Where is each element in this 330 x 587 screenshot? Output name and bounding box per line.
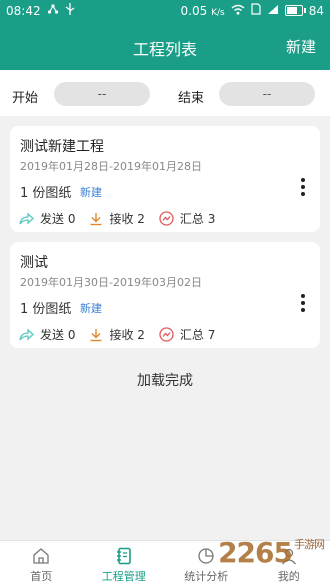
tab-home[interactable]: 首页 — [0, 541, 83, 587]
status-time: 08:42 — [6, 4, 41, 18]
status-bar: 08:42 0.05 K/s 84 — [0, 0, 330, 22]
send-action[interactable]: 发送 0 — [18, 326, 75, 343]
tab-label: 工程管理 — [83, 568, 166, 584]
project-name: 测试 — [20, 252, 48, 272]
summary-action[interactable]: 汇总 3 — [159, 210, 215, 227]
pie-chart-icon — [197, 547, 215, 565]
send-count: 发送 0 — [40, 326, 75, 343]
app-header: 工程列表 新建 — [0, 22, 330, 70]
send-action[interactable]: 发送 0 — [18, 210, 75, 227]
wifi-icon — [231, 4, 245, 18]
summary-action[interactable]: 汇总 7 — [159, 326, 215, 343]
tab-label: 统计分析 — [165, 568, 248, 584]
project-card[interactable]: 测试新建工程 2019年01月28日-2019年01月28日 1 份图纸 新建 … — [10, 126, 320, 232]
home-icon — [32, 547, 50, 565]
share-icon — [47, 3, 59, 18]
trend-icon — [159, 211, 174, 226]
receive-action[interactable]: 接收 2 — [89, 326, 144, 343]
more-options-icon[interactable] — [300, 178, 306, 198]
drawing-count: 1 份图纸 — [20, 298, 71, 317]
battery-level: 84 — [309, 4, 324, 18]
site-watermark: 2265手游网 — [218, 536, 324, 569]
tab-label: 我的 — [248, 568, 330, 584]
drawing-count: 1 份图纸 — [20, 182, 71, 201]
sim-icon — [251, 3, 261, 18]
page-title: 工程列表 — [0, 36, 330, 60]
project-dates: 2019年01月30日-2019年03月02日 — [20, 274, 202, 290]
project-actions: 发送 0 接收 2 汇总 7 — [18, 326, 229, 343]
end-label: 结束 — [178, 87, 204, 106]
project-name: 测试新建工程 — [20, 136, 104, 156]
start-date-picker[interactable]: -- — [54, 82, 150, 106]
network-speed: 0.05 K/s — [181, 4, 225, 18]
new-project-button[interactable]: 新建 — [286, 36, 316, 57]
project-actions: 发送 0 接收 2 汇总 3 — [18, 210, 229, 227]
notebook-icon — [115, 547, 133, 565]
date-filter-bar: 开始 -- 结束 -- — [0, 70, 330, 116]
more-options-icon[interactable] — [300, 294, 306, 314]
receive-action[interactable]: 接收 2 — [89, 210, 144, 227]
project-card[interactable]: 测试 2019年01月30日-2019年03月02日 1 份图纸 新建 发送 0… — [10, 242, 320, 348]
project-dates: 2019年01月28日-2019年01月28日 — [20, 158, 202, 174]
summary-count: 汇总 3 — [180, 210, 215, 227]
receive-count: 接收 2 — [109, 326, 144, 343]
download-icon — [89, 212, 103, 226]
share-arrow-icon — [18, 328, 34, 342]
start-label: 开始 — [12, 87, 38, 106]
tab-project-management[interactable]: 工程管理 — [83, 541, 166, 587]
download-icon — [89, 328, 103, 342]
receive-count: 接收 2 — [109, 210, 144, 227]
status-tag: 新建 — [80, 184, 102, 200]
battery-icon — [285, 5, 303, 16]
tab-label: 首页 — [0, 568, 83, 584]
share-arrow-icon — [18, 212, 34, 226]
send-count: 发送 0 — [40, 210, 75, 227]
load-complete-text: 加载完成 — [0, 370, 330, 390]
end-date-picker[interactable]: -- — [219, 82, 315, 106]
signal-icon — [267, 4, 279, 18]
summary-count: 汇总 7 — [180, 326, 215, 343]
trend-icon — [159, 327, 174, 342]
status-tag: 新建 — [80, 300, 102, 316]
usb-icon — [65, 3, 75, 18]
